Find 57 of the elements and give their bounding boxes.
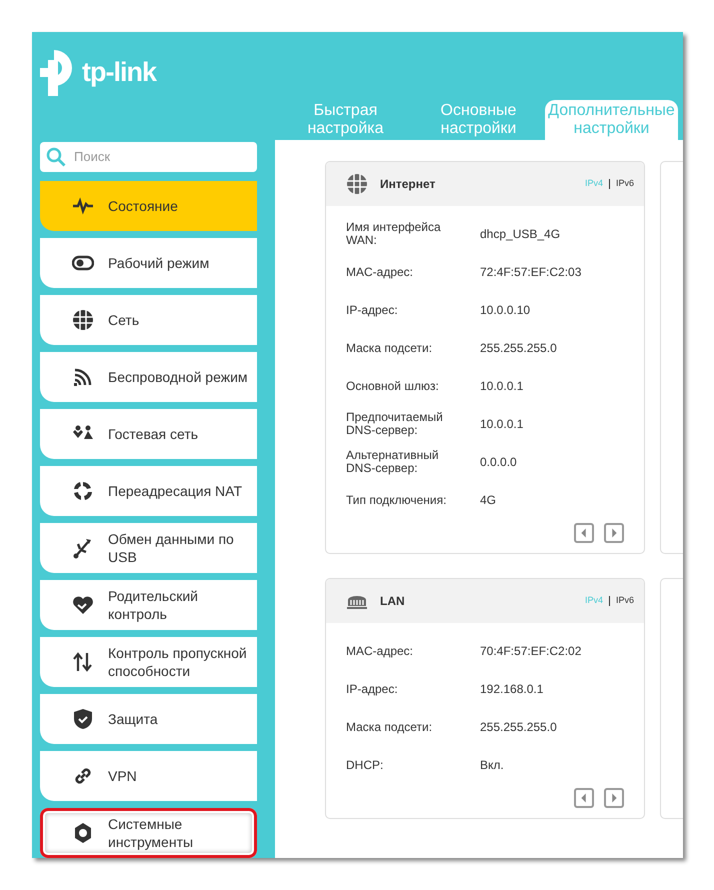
menu-item[interactable]: Состояние: [40, 181, 257, 231]
menu-item[interactable]: Защита: [40, 694, 257, 744]
shield-icon: [72, 708, 94, 730]
card-title: Интернет: [380, 176, 436, 193]
cycle-icon: [72, 480, 94, 502]
field-value: 192.168.0.1: [480, 681, 544, 698]
field-value: 255.255.255.0: [480, 719, 557, 736]
field-value: 10.0.0.10: [480, 302, 530, 319]
mode-link[interactable]: IPv6: [616, 594, 634, 608]
field-label: Основной шлюз:: [346, 380, 440, 392]
field-value: 10.0.0.1: [480, 378, 524, 395]
field-label: Предпочитаемый DNS-сервер:: [346, 411, 444, 437]
mode-link[interactable]: IPv6: [616, 177, 634, 191]
heart-icon: [72, 594, 94, 616]
globe-icon: [72, 309, 94, 331]
logo-text: tp-link: [82, 56, 156, 89]
next-button[interactable]: [604, 788, 624, 808]
menu-item[interactable]: Сеть: [40, 295, 257, 345]
field-label: IP-адрес:: [346, 304, 399, 316]
field-value: 255.255.255.0: [480, 340, 557, 357]
menu-item[interactable]: Гостевая сеть: [40, 409, 257, 459]
field-value: 72:4F:57:EF:C2:03: [480, 264, 582, 281]
usb-icon: [72, 537, 94, 559]
gear-icon: [72, 822, 94, 844]
field-label: DHCP:: [346, 758, 384, 772]
field-label: MAC-адрес:: [346, 644, 414, 658]
field-value: 0.0.0.0: [480, 454, 517, 471]
field-value: 10.0.0.1: [480, 416, 524, 433]
wifi-icon: [72, 366, 94, 388]
field-value: 70:4F:57:EF:C2:02: [480, 643, 582, 660]
previous-button[interactable]: [574, 788, 594, 808]
next-button[interactable]: [604, 523, 624, 543]
field-label: Альтернативный DNS-сервер:: [346, 449, 440, 475]
menu-item[interactable]: Системные инструменты: [40, 808, 257, 858]
menu-item[interactable]: VPN: [40, 751, 257, 801]
pulse-icon: [72, 195, 94, 217]
field-label: Имя интерфейса WAN:: [346, 221, 442, 247]
menu-item[interactable]: Беспроводной режим: [40, 352, 257, 402]
menu-item[interactable]: Переадресация NAT: [40, 466, 257, 516]
field-label: IP-адрес:: [346, 682, 399, 696]
field-value: Вкл.: [480, 757, 504, 774]
menu-item[interactable]: Контроль пропускной способности: [40, 637, 257, 687]
field-value: 4G: [480, 492, 496, 509]
field-value: dhcp_USB_4G: [480, 226, 560, 243]
field-label: Тип подключения:: [346, 494, 448, 506]
field-label: Маска подсети:: [346, 342, 434, 354]
globe-icon: [346, 173, 368, 195]
field-label: Маска подсети:: [346, 720, 434, 734]
card-title: LAN: [380, 593, 406, 610]
search-icon: [46, 147, 66, 167]
field-label: MAC-адрес:: [346, 266, 414, 278]
previous-button[interactable]: [574, 523, 594, 543]
arrows-icon: [72, 651, 94, 673]
menu-item[interactable]: Обмен данными по USB: [40, 523, 257, 573]
menu-item[interactable]: Рабочий режим: [40, 238, 257, 288]
menu-item[interactable]: Родительский контроль: [40, 580, 257, 630]
search-field[interactable]: Поиск: [40, 142, 257, 172]
